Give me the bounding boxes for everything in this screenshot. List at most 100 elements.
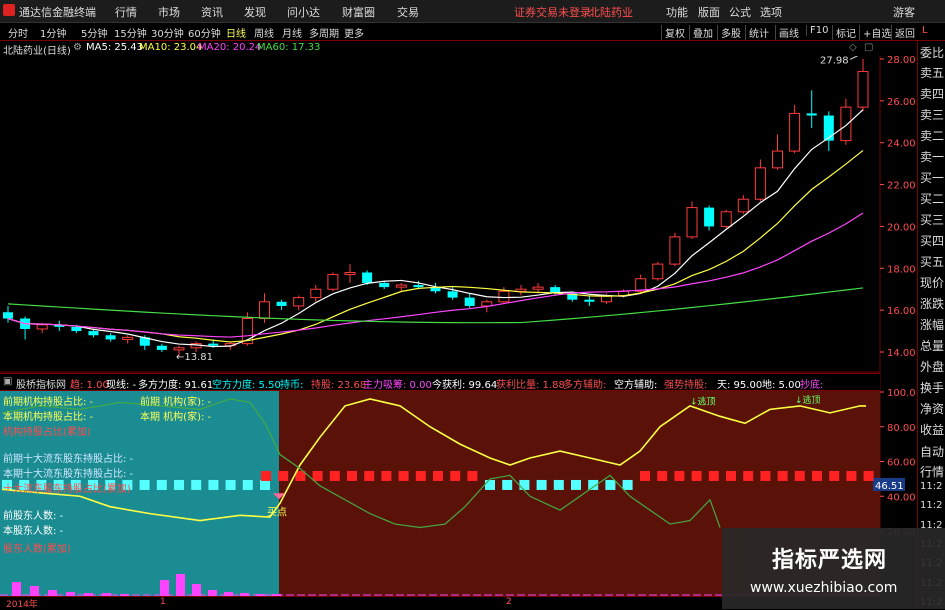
stock-label: 北陆药业(日线) [3,46,71,57]
candle-body-down [584,299,595,302]
quote-label-4: 卖二 [920,129,945,143]
period-daily[interactable]: 日线 [226,25,246,40]
btn-back[interactable]: 返回 [891,25,915,40]
zoom-icon[interactable]: ▢ [864,42,873,53]
indicator-axis-label-1: 80.00 [887,423,916,434]
settings-gear-icon[interactable]: ⚙ [73,42,82,53]
candle-body-up [840,106,852,142]
menu-quotes[interactable]: 行情 [115,4,137,20]
btn-statistics[interactable]: 统计 [745,25,769,40]
date-label-year: 2014年 [6,600,38,610]
candle-body-down [464,297,475,306]
btn-overlay[interactable]: 叠加 [689,25,713,40]
menu-function[interactable]: 功能 [666,4,688,20]
quote-label-5: 卖一 [920,150,945,164]
candle-body-up [36,324,48,330]
annotation-high-arrow [849,56,859,60]
signal-square-red [674,470,685,481]
watermark-url: www.xuezhibiao.com [750,580,898,596]
candle-body-up [395,284,407,288]
menu-trade[interactable]: 交易 [397,4,419,20]
zoom-out-icon[interactable]: ◇ [849,42,857,53]
ma20-value: MA20: 20.24 [198,42,262,53]
period-multi[interactable]: 多周期 [309,25,339,40]
ind-item-8: 获利比量: 1.88 [496,380,565,391]
period-toolbar: 分时 1分钟 5分钟 15分钟 30分钟 60分钟 日线 周线 月线 多周期 更… [0,23,945,41]
ind-item-13: 地: 5.00 [762,380,801,391]
quote-label-9: 买四 [920,234,945,248]
candle-body-up [737,198,749,213]
quote-label-0: 委比 [920,46,945,60]
candle-body-down [276,301,287,306]
menu-formula[interactable]: 公式 [729,4,751,20]
candle-body-up [122,336,134,340]
quote-side-panel: 委比 卖五 卖四 卖三 卖二 卖一 买一 买二 买三 买四 买五 现价 涨跌 涨幅 总量 外盘 换手 净资 收益 自动… [917,41,945,609]
period-60min[interactable]: 60分钟 [188,25,221,40]
indicator-menu-icon[interactable]: ▣ [3,376,12,387]
menu-layout[interactable]: 版面 [698,4,720,20]
quote-label-20[interactable]: 行情 [920,463,944,480]
price-axis-label-0: 28.00 [887,56,916,66]
candle-body-down [806,113,817,116]
period-fenshi[interactable]: 分时 [8,25,28,40]
btn-f10[interactable]: F10 [806,25,828,36]
candle-body-up [686,207,698,238]
menu-ask[interactable]: 问小达 [287,4,320,20]
period-monthly[interactable]: 月线 [282,25,302,40]
ma60-value: MA60: 17.33 [257,42,321,53]
period-30min[interactable]: 30分钟 [151,25,184,40]
lbl-top10-sum: 十大流东股东持股占比(累加) [3,484,131,495]
date-label-2: 2 [506,597,512,607]
signal-square-cyan [485,479,495,490]
signal-square-red [450,470,461,481]
ma5-value: MA5: 25.43 [86,42,144,53]
btn-draw-line[interactable]: 画线 [775,25,799,40]
menu-guest[interactable]: 游客 [893,4,915,20]
ma-info-bar: 北陆药业(日线) ⚙ MA5: 25.43 MA10: 23.04 MA20: … [0,41,880,57]
lbl-holders-sum: 股东人数(累加) [3,544,71,555]
signal-square-red [347,470,357,481]
title-bar: 通达信金融终端 行情 市场 资讯 发现 问小达 财富圈 交易 证券交易未登录 北… [0,0,945,23]
indicator-header: ▣ 股桥指标网 趋: 1.00 现线: - 多方力度: 91.61 空方力度: … [0,373,880,391]
menu-discover[interactable]: 发现 [244,4,266,20]
login-notice[interactable]: 证券交易未登录 [514,4,591,20]
period-more[interactable]: 更多 [344,25,364,40]
annotation-high: 27.98 [820,56,849,66]
price-axis-label-4: 20.00 [887,222,916,233]
btn-multi-stock[interactable]: 多股 [717,25,741,40]
btn-add-watchlist[interactable]: +自选 [859,25,891,40]
ind-item-9: 多方辅助: [563,380,607,391]
quote-label-13: 涨幅 [920,318,945,332]
btn-mark[interactable]: 标记 [832,25,856,40]
candle-body-down [362,272,373,283]
signal-square-red [415,470,426,481]
ma10-line [7,149,864,343]
lbl-cur-top10: 本期十大流东股东持股占比: - [3,469,134,480]
menu-wealth[interactable]: 财富圈 [342,4,375,20]
period-1min[interactable]: 1分钟 [40,25,66,40]
ind-item-6: 主力吸筹: 0.00 [363,380,432,391]
indicator-name[interactable]: 股桥指标网 [16,376,66,391]
quote-label-22: 11:2 [920,500,943,511]
quote-label-21: 11:2 [920,481,943,492]
menu-options[interactable]: 选项 [760,4,782,20]
app-title: 通达信金融终端 [19,6,96,19]
candle-body-up [344,271,356,276]
signal-square-red [691,470,702,481]
quote-label-18: 收益 [920,423,945,437]
quote-label-7: 买二 [920,192,945,206]
period-15min[interactable]: 15分钟 [114,25,147,40]
signal-square-cyan [622,479,633,490]
signal-square-red [640,470,650,481]
signal-square-cyan [519,479,530,490]
ind-item-10: 空方辅助: [614,380,658,391]
period-5min[interactable]: 5分钟 [81,25,107,40]
menu-news[interactable]: 资讯 [201,4,223,20]
period-weekly[interactable]: 周线 [254,25,274,40]
menu-market[interactable]: 市场 [158,4,180,20]
btn-restore-rights[interactable]: 复权 [661,25,685,40]
price-axis-label-5: 18.00 [887,264,916,275]
quote-label-19[interactable]: 自动 [920,443,944,460]
quote-label-15: 外盘 [920,360,945,374]
candle-body-up [327,274,339,290]
